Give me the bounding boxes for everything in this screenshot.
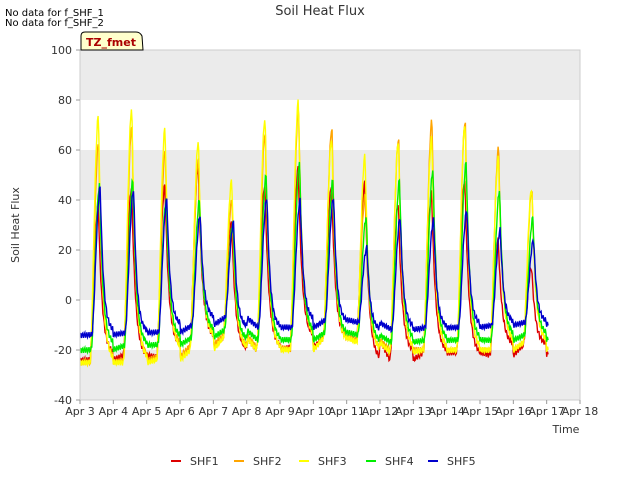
- y-tick-label: 60: [58, 144, 72, 157]
- y-tick-label: -20: [54, 344, 72, 357]
- tz-badge-label: TZ_fmet: [86, 36, 136, 49]
- y-tick-label: 100: [51, 44, 72, 57]
- soil-heat-flux-chart: -40-20020406080100 Apr 3 Apr 4 Apr 5 Apr 6A…: [9, 4, 599, 468]
- chart-title: Soil Heat Flux: [275, 4, 365, 19]
- x-tick-label: Apr 17: [528, 405, 565, 418]
- x-tick-label: Apr 5: [132, 405, 162, 418]
- x-tick-label: Apr 15: [462, 405, 499, 418]
- x-tick-label: Apr 3: [65, 405, 95, 418]
- legend-label-shf2: SHF2: [253, 455, 282, 468]
- x-tick-label: Apr 16: [495, 405, 532, 418]
- y-tick-label: 20: [58, 244, 72, 257]
- x-tick-label: Apr 4: [99, 405, 129, 418]
- x-tick-label: Apr 11: [328, 405, 365, 418]
- y-tick-label: 80: [58, 94, 72, 107]
- x-tick-label: Apr 9: [265, 405, 295, 418]
- y-tick-label: 40: [58, 194, 72, 207]
- x-tick-label: Apr 12: [362, 405, 399, 418]
- x-axis-label: Time: [552, 423, 580, 436]
- x-tick-label: Apr 8: [232, 405, 262, 418]
- legend-label-shf5: SHF5: [447, 455, 476, 468]
- x-tick-label: Apr 7: [199, 405, 229, 418]
- y-tick-label: 0: [65, 294, 72, 307]
- x-tick-label: Apr 18: [562, 405, 599, 418]
- legend-label-shf3: SHF3: [318, 455, 347, 468]
- y-axis-label: Soil Heat Flux: [9, 187, 22, 263]
- legend: SHF1 SHF2 SHF3 SHF4 SHF5: [171, 455, 476, 468]
- x-tick-label: Apr 6: [165, 405, 195, 418]
- x-tick-label: Apr 13: [395, 405, 432, 418]
- x-tick-label: Apr 14: [428, 405, 465, 418]
- grid-band: [80, 50, 580, 100]
- legend-label-shf1: SHF1: [190, 455, 219, 468]
- legend-label-shf4: SHF4: [385, 455, 414, 468]
- tz-badge: TZ_fmet: [80, 31, 144, 51]
- x-tick-label: Apr 10: [295, 405, 332, 418]
